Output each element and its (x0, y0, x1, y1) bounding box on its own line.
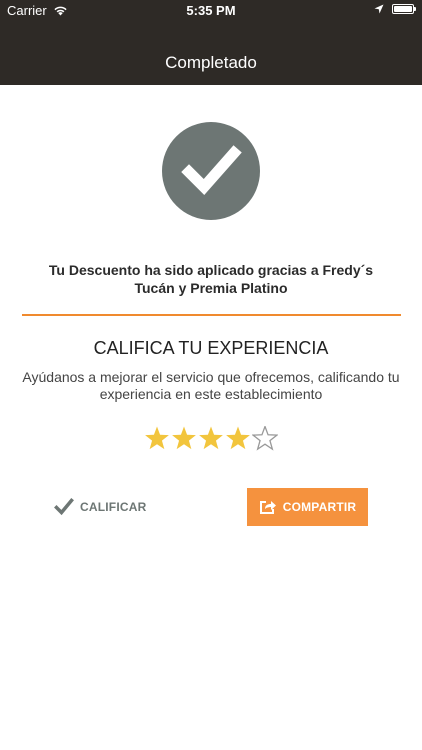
star-filled-icon[interactable] (144, 426, 170, 452)
battery-icon (392, 4, 416, 14)
status-right (374, 4, 416, 14)
status-time: 5:35 PM (186, 3, 236, 18)
checkmark-icon (181, 145, 242, 196)
star-rating[interactable] (144, 426, 280, 452)
star-filled-icon[interactable] (225, 426, 251, 452)
success-badge (162, 122, 260, 220)
nav-header: Carrier 5:35 PM Completado (0, 0, 422, 85)
discount-message: Tu Descuento ha sido aplicado gracias a … (48, 262, 374, 296)
battery-fill (394, 6, 412, 12)
share-icon (259, 501, 276, 514)
star-filled-icon[interactable] (198, 426, 224, 452)
rating-title: CALIFICA TU EXPERIENCIA (93, 338, 329, 358)
checkmark-icon (54, 498, 74, 516)
rate-button[interactable]: CALIFICAR (54, 494, 146, 520)
rate-button-label: CALIFICAR (80, 500, 147, 514)
share-button[interactable]: COMPARTIR (247, 488, 368, 526)
location-arrow-icon (374, 4, 384, 14)
share-button-label: COMPARTIR (282, 500, 357, 514)
page-title: Completado (165, 53, 257, 72)
star-filled-icon[interactable] (171, 426, 197, 452)
section-divider (22, 314, 401, 316)
rating-subtitle: Ayúdanos a mejorar el servicio que ofrec… (22, 369, 400, 402)
status-bar: Carrier 5:35 PM (0, 0, 422, 22)
star-empty-icon[interactable] (252, 426, 278, 452)
